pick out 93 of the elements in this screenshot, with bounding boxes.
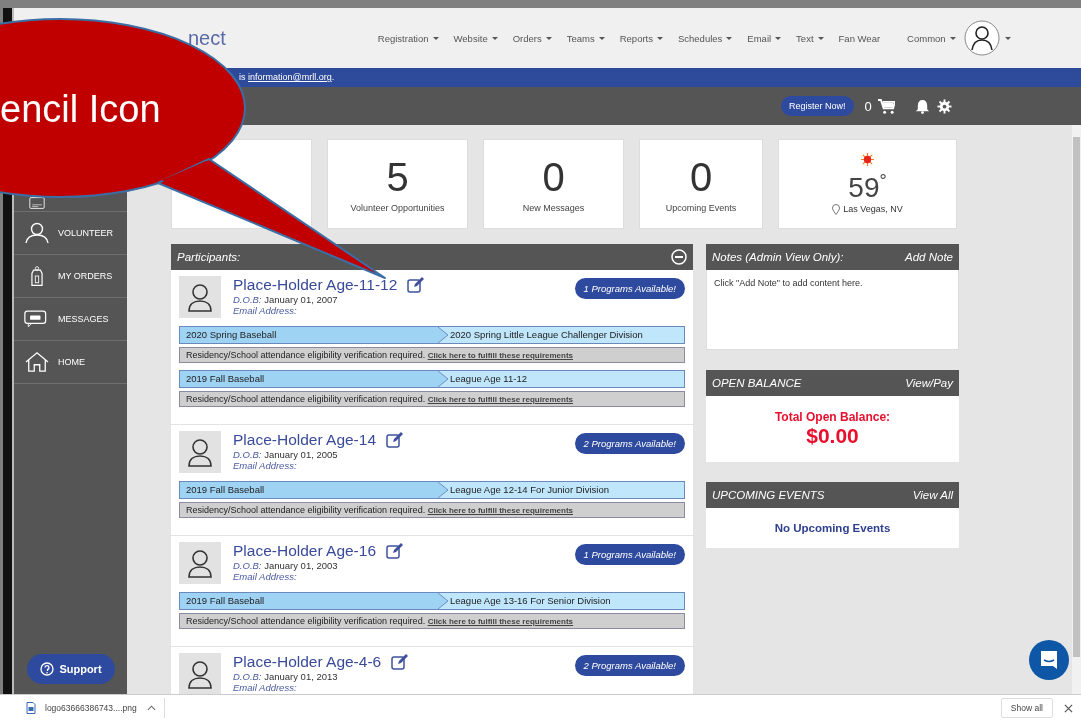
stat-value: 0 — [689, 155, 713, 199]
scrollbar[interactable] — [1072, 125, 1081, 694]
division-label: League Age 11-12 — [448, 371, 684, 387]
nav-menu-item[interactable]: Common — [907, 32, 956, 44]
caret-icon[interactable] — [1004, 36, 1011, 40]
fulfill-requirements-link[interactable]: Click here to fulfill these requirements — [427, 506, 573, 515]
sidebar-item[interactable]: MESSAGES — [58, 314, 109, 324]
participant-name[interactable]: Place-Holder Age-4-6 — [233, 653, 382, 671]
view-all-link[interactable]: View All — [912, 489, 953, 501]
email-label: Email Address: — [233, 460, 298, 471]
fulfill-requirements-link[interactable]: Click here to fulfill these requirements — [427, 351, 573, 360]
add-note-link[interactable]: Add Note — [905, 251, 953, 263]
division-label: League Age 12-14 For Junior Division — [448, 482, 684, 498]
collapse-icon[interactable] — [671, 249, 687, 265]
requirement-notice: Residency/School attendance eligibility verification required. Click here to fulfill these requirements — [179, 391, 685, 407]
home-icon[interactable] — [24, 351, 50, 373]
nav-menu-item[interactable]: Reports — [619, 32, 663, 44]
stat-label: New Messages — [522, 203, 585, 213]
requirement-notice: Residency/School attendance eligibility verification required. Click here to fulfill these requirements — [179, 502, 685, 518]
bell-icon[interactable] — [914, 98, 930, 114]
participant-name[interactable]: Place-Holder Age-16 — [233, 542, 377, 560]
programs-available-badge[interactable]: 2 Programs Available! — [574, 655, 685, 676]
programs-available-badge[interactable]: 1 Programs Available! — [574, 278, 685, 299]
stat-value: 0 — [542, 155, 565, 199]
division-label: 2020 Spring Little League Challenger Division — [448, 327, 684, 343]
division-label: League Age 13-16 For Senior Division — [448, 593, 684, 609]
avatar-icon — [179, 542, 221, 584]
show-all-button[interactable]: Show all — [1000, 698, 1053, 718]
email-link[interactable]: information@mrll.org — [248, 72, 332, 82]
sidebar-item[interactable]: VOLUNTEER — [58, 228, 113, 238]
balance-label: Total Open Balance: — [774, 410, 891, 424]
person-icon[interactable] — [24, 222, 50, 244]
panel-title: OPEN BALANCE — [712, 377, 802, 389]
cart-icon[interactable] — [877, 98, 895, 114]
requirement-notice: Residency/School attendance eligibility verification required. Click here to fulfill these requirements — [179, 613, 685, 629]
fulfill-requirements-link[interactable]: Click here to fulfill these requirements — [427, 617, 573, 626]
participant-name[interactable]: Place-Holder Age-11-12 — [233, 276, 398, 294]
nav-menu-item[interactable]: Schedules — [677, 32, 733, 44]
nav-menu-item[interactable]: Email — [747, 32, 782, 44]
sidebar-item[interactable]: HOME — [58, 357, 85, 367]
sidebar-item[interactable]: MY ORDERS — [58, 271, 113, 281]
programs-available-badge[interactable]: 1 Programs Available! — [574, 544, 685, 565]
date-of-birth: D.O.B: January 01, 2005 — [233, 449, 339, 460]
panel-title: Notes (Admin View Only): — [712, 251, 844, 263]
empty-events-text: No Upcoming Events — [774, 522, 891, 534]
avatar-icon — [179, 276, 221, 318]
panel-title: Participants: — [177, 251, 241, 263]
callout-text: encil Icon — [0, 88, 161, 131]
requirement-notice: Residency/School attendance eligibility verification required. Click here to fulfill these requirements — [179, 347, 685, 363]
location-pin-icon — [832, 203, 841, 215]
nav-menu-item[interactable]: Fan Wear — [838, 32, 881, 44]
fulfill-requirements-link[interactable]: Click here to fulfill these requirements — [427, 395, 573, 404]
date-of-birth: D.O.B: January 01, 2007 — [233, 294, 339, 305]
download-file-name[interactable]: logo63666386743....png — [45, 703, 137, 713]
nav-menu-item[interactable]: Website — [453, 32, 498, 44]
user-avatar-icon[interactable] — [963, 20, 1000, 56]
close-icon[interactable] — [1064, 703, 1073, 713]
stat-label: Upcoming Events — [665, 203, 737, 213]
location-text: Las Vegas, NV — [843, 204, 903, 215]
chevron-up-icon[interactable] — [146, 705, 156, 711]
programs-available-badge[interactable]: 2 Programs Available! — [574, 433, 685, 454]
view-pay-link[interactable]: View/Pay — [905, 377, 953, 389]
nav-menu-item[interactable]: Registration — [377, 32, 439, 44]
edit-icon[interactable] — [391, 654, 410, 670]
logo-text[interactable]: nect — [188, 26, 226, 50]
edit-icon[interactable] — [386, 543, 405, 559]
date-of-birth: D.O.B: January 01, 2003 — [233, 560, 339, 571]
balance-amount: $0.00 — [806, 424, 859, 448]
register-now-button[interactable]: Register Now! — [781, 96, 854, 116]
nav-menu-item[interactable]: Teams — [566, 32, 605, 44]
support-button[interactable]: Support — [27, 654, 115, 684]
edit-icon[interactable] — [407, 277, 426, 293]
email-label: Email Address: — [233, 682, 298, 693]
stat-value: 5 — [386, 155, 409, 199]
notes-text: Click "Add Note" to add content here. — [714, 278, 863, 288]
sun-icon — [861, 153, 874, 167]
avatar-icon — [179, 653, 221, 694]
question-icon — [40, 662, 55, 676]
participant-name[interactable]: Place-Holder Age-14 — [233, 431, 377, 449]
email-label: Email Address: — [233, 571, 298, 582]
stat-label: Volunteer Opportunities — [350, 203, 445, 213]
settings-icon[interactable] — [935, 98, 953, 114]
panel-title: UPCOMING EVENTS — [712, 489, 825, 501]
email-label: Email Address: — [233, 305, 298, 316]
date-of-birth: D.O.B: January 01, 2013 — [233, 671, 339, 682]
cart-count: 0 — [864, 98, 872, 114]
nav-menu-item[interactable]: Orders — [512, 32, 552, 44]
avatar-icon — [179, 431, 221, 473]
image-file-icon — [26, 702, 36, 714]
temperature: 59$^{°}$ — [848, 170, 887, 204]
nav-menu-item[interactable]: Text — [796, 32, 824, 44]
chat-button[interactable] — [1029, 640, 1069, 680]
edit-icon[interactable] — [386, 432, 405, 448]
